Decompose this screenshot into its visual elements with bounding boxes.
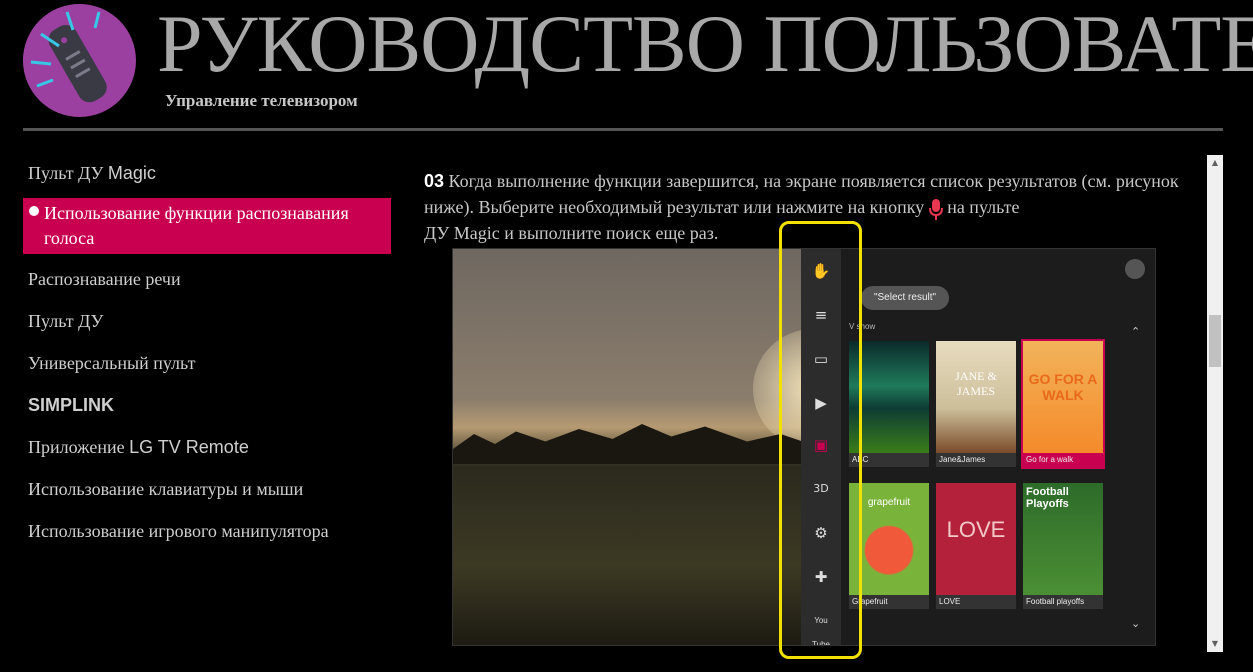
sidebar-item-gamepad[interactable]: Использование игрового манипулятора	[23, 510, 391, 552]
result-tile[interactable]: Football Playoffs Football playoffs	[1023, 483, 1103, 609]
bullet-icon	[29, 206, 39, 216]
header-divider	[23, 128, 1223, 131]
sidebar-item-label: Использование клавиатуры и мыши	[28, 479, 304, 499]
sidebar-item-magic-remote[interactable]: Пульт ДУ Magic	[23, 152, 391, 194]
poster-image: GO FOR A WALK	[1023, 341, 1103, 453]
sidebar-item-keyboard-mouse[interactable]: Использование клавиатуры и мыши	[23, 468, 391, 510]
tile-caption: Football playoffs	[1023, 595, 1103, 609]
keyboard-icon	[1125, 259, 1145, 279]
sidebar-item-simplink[interactable]: SIMPLINK	[23, 384, 391, 426]
poster-image: JANE & JAMES	[936, 341, 1016, 453]
page-subtitle: Управление телевизором	[165, 91, 358, 110]
remote-control-icon	[23, 4, 135, 116]
step-number: 03	[424, 171, 445, 191]
result-tile-selected[interactable]: GO FOR A WALK Go for a walk	[1021, 339, 1105, 469]
scroll-up-arrow-icon[interactable]: ▲	[1207, 155, 1223, 171]
sidebar-item-universal-remote[interactable]: Универсальный пульт	[23, 342, 391, 384]
microphone-icon	[928, 198, 943, 220]
tile-caption: Go for a walk	[1023, 453, 1103, 467]
sidebar-item-label: Универсальный пульт	[28, 353, 196, 373]
step-text: Когда выполнение функции завершится, на …	[424, 171, 1179, 217]
sidebar-item-label: Приложение	[28, 437, 130, 457]
tile-caption: LOVE	[936, 595, 1016, 609]
step-text-after: на пульте	[942, 197, 1020, 217]
sidebar-item-label: Использование игрового манипулятора	[28, 521, 329, 541]
scroll-down-arrow-icon[interactable]: ▼	[1207, 636, 1223, 652]
sidebar-item-voice-recognition[interactable]: Использование функции распознавания голо…	[23, 198, 391, 254]
select-result-chip: "Select result"	[861, 286, 949, 310]
step-text-brand: ДУ Magic	[424, 223, 500, 243]
sidebar-item-label: Использование функции распознавания голо…	[44, 203, 349, 248]
sidebar-item-label-suffix: LG TV Remote	[129, 437, 249, 457]
sidebar-item-label-suffix: Magic	[107, 163, 156, 183]
sidebar-item-label: Пульт ДУ	[28, 163, 108, 183]
logo	[23, 4, 136, 117]
tile-caption: Jane&James	[936, 453, 1016, 467]
result-tile[interactable]: LOVE LOVE	[936, 483, 1016, 609]
sidebar-item-lg-tv-remote[interactable]: Приложение LG TV Remote	[23, 426, 391, 468]
poster-image: LOVE	[936, 483, 1016, 595]
poster-image: Football Playoffs	[1023, 483, 1103, 595]
scrollbar-thumb[interactable]	[1209, 315, 1221, 367]
sidebar-item-label: SIMPLINK	[28, 395, 115, 415]
sidebar-item-label: Пульт ДУ	[28, 311, 104, 331]
page-scrollbar[interactable]: ▲ ▼	[1207, 155, 1223, 652]
result-tile[interactable]: JANE & JAMES Jane&James	[936, 341, 1016, 467]
highlight-frame	[779, 221, 862, 659]
sidebar-item-remote[interactable]: Пульт ДУ	[23, 300, 391, 342]
results-panel: "Select result" V show ⌃ ⌄ ABC JANE & JA…	[841, 249, 1155, 645]
sidebar-nav: Пульт ДУ Magic Использование функции рас…	[23, 152, 391, 552]
page-title: РУКОВОДСТВО ПОЛЬЗОВАТЕ	[157, 0, 1253, 89]
step-text-end: и выполните поиск еще раз.	[499, 223, 719, 243]
sidebar-item-label: Распознавание речи	[28, 269, 181, 289]
chevron-up-icon: ⌃	[1131, 325, 1141, 338]
sidebar-item-speech-recognition[interactable]: Распознавание речи	[23, 258, 391, 300]
chevron-down-icon: ⌄	[1131, 617, 1141, 630]
